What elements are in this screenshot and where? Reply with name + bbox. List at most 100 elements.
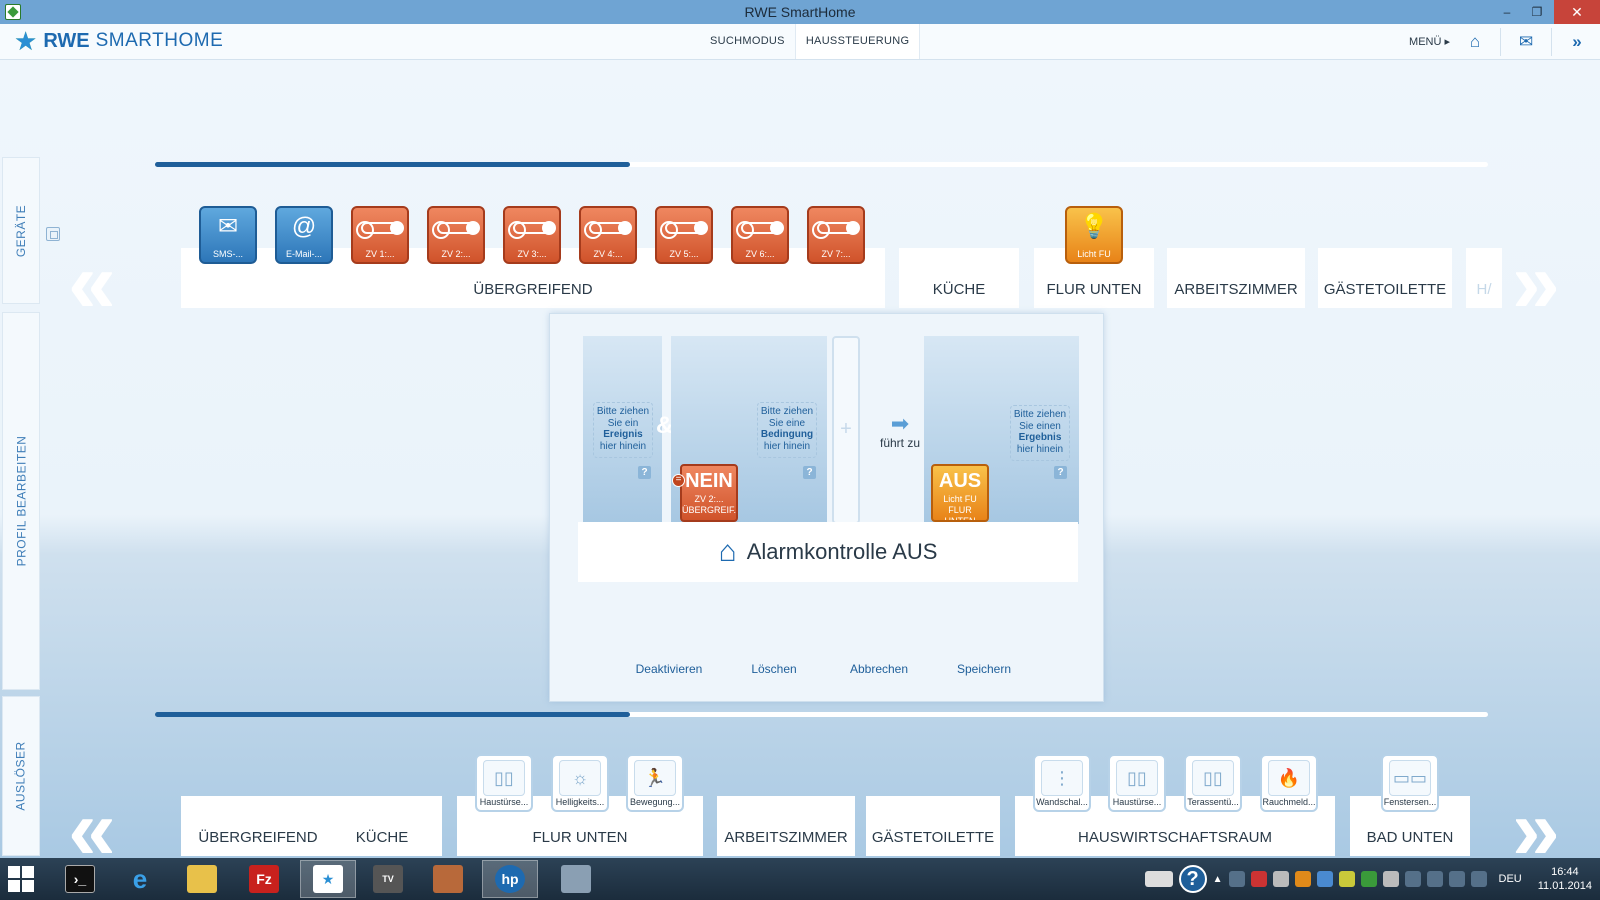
help-icon[interactable]: ? <box>1178 865 1207 893</box>
trigger-tile-fenstersensor[interactable]: ▭▭ Fenstersen... <box>1381 754 1439 812</box>
logo-product: SMARTHOME <box>95 30 224 51</box>
taskbar-app-icon[interactable] <box>420 860 476 898</box>
tray-app-icon[interactable] <box>1272 871 1289 887</box>
profile-name-box[interactable]: ⌂ Alarmkontrolle AUS <box>578 522 1078 582</box>
room-gaestetoilette[interactable]: GÄSTETOILETTE <box>866 796 1000 856</box>
tray-app-icon[interactable] <box>1316 871 1333 887</box>
window-sensor-icon: ▭▭ <box>1389 760 1431 796</box>
tab-suchmodus[interactable]: SUCHMODUS <box>700 24 795 59</box>
device-tile-zv7[interactable]: ZV 7:... <box>807 206 865 264</box>
input-language[interactable]: DEU <box>1499 873 1522 885</box>
condition-card-nein[interactable]: NEIN ZV 2:... ÜBERGREIF... <box>680 464 738 522</box>
tray-app-icon[interactable] <box>1294 871 1311 887</box>
remove-icon[interactable]: = <box>672 474 685 487</box>
windows-start-icon[interactable] <box>8 866 34 892</box>
taskbar-wintv-icon[interactable]: TV <box>360 860 416 898</box>
tray-expand-icon[interactable]: ▲ <box>1213 874 1223 885</box>
device-tile-zv2[interactable]: ZV 2:... <box>427 206 485 264</box>
trigger-tile-helligkeitssensor[interactable]: ☼ Helligkeits... <box>551 754 609 812</box>
result-card-aus[interactable]: AUS Licht FU FLUR UNTEN <box>931 464 989 522</box>
triggers-scroll-indicator[interactable] <box>155 712 1488 717</box>
minimize-button[interactable]: – <box>1494 0 1520 24</box>
help-icon[interactable]: ? <box>803 466 816 479</box>
taskbar-filezilla-icon[interactable]: Fz <box>236 860 292 898</box>
menu-button[interactable]: MENÜ ▸ <box>1409 35 1450 48</box>
room-hauswirtschaftsraum[interactable]: H/ <box>1466 248 1502 308</box>
taskbar-ie-icon[interactable]: e <box>112 860 168 898</box>
scroll-right-arrow-icon[interactable]: » <box>1512 240 1560 326</box>
volume-icon[interactable] <box>1448 871 1465 887</box>
taskbar-paint-icon[interactable] <box>548 860 604 898</box>
tray-app-icon[interactable] <box>1360 871 1377 887</box>
power-icon[interactable] <box>1470 871 1487 887</box>
sidebar-tab-geraete[interactable]: GERÄTE <box>2 157 40 304</box>
trigger-tile-terassentuer[interactable]: ▯▯ Terassentü... <box>1184 754 1242 812</box>
deactivate-button[interactable]: Deaktivieren <box>617 662 722 676</box>
room-kueche[interactable]: KÜCHE <box>899 248 1019 308</box>
scroll-left-arrow-icon[interactable]: « <box>68 240 116 326</box>
device-tile-email[interactable]: @ E-Mail-... <box>275 206 333 264</box>
mail-icon[interactable]: ✉ <box>1515 31 1537 53</box>
taskbar-cmd-icon[interactable]: ›_ <box>52 860 108 898</box>
room-arbeitszimmer[interactable]: ARBEITSZIMMER <box>1167 248 1305 308</box>
room-arbeitszimmer[interactable]: ARBEITSZIMMER <box>717 796 855 856</box>
device-tile-sms[interactable]: ✉ SMS-... <box>199 206 257 264</box>
device-label: E-Mail-... <box>286 249 322 259</box>
divider <box>1500 27 1501 56</box>
clock-time: 16:44 <box>1551 866 1579 878</box>
clock[interactable]: 16:44 11.01.2014 <box>1538 865 1592 893</box>
device-tile-zv4[interactable]: ZV 4:... <box>579 206 637 264</box>
help-icon[interactable]: ? <box>638 466 651 479</box>
taskbar-explorer-icon[interactable] <box>174 860 230 898</box>
tray-app-icon[interactable] <box>1382 871 1399 887</box>
trigger-tile-rauchmelder[interactable]: 🔥 Rauchmeld... <box>1260 754 1318 812</box>
trigger-tile-bewegungsmelder[interactable]: 🏃 Bewegung... <box>626 754 684 812</box>
help-icon[interactable]: ? <box>1054 466 1067 479</box>
taskbar-smarthome-icon[interactable]: ★ <box>300 860 356 898</box>
room-gaestetoilette[interactable]: GÄSTETOILETTE <box>1318 248 1452 308</box>
network-icon[interactable] <box>1426 871 1443 887</box>
condition-dropzone[interactable]: Bitte ziehen Sie eine Bedingung hier hin… <box>757 402 817 458</box>
condition-column[interactable]: Bitte ziehen Sie eine Bedingung hier hin… <box>671 336 827 524</box>
event-dropzone[interactable]: Bitte ziehen Sie ein Ereignis hier hinei… <box>593 402 653 458</box>
cancel-button[interactable]: Abbrechen <box>827 662 932 676</box>
device-tile-zv5[interactable]: ZV 5:... <box>655 206 713 264</box>
add-condition-column[interactable]: + <box>832 336 860 524</box>
maximize-button[interactable]: ❐ <box>1524 0 1550 24</box>
device-tile-zv6[interactable]: ZV 6:... <box>731 206 789 264</box>
event-column[interactable]: Bitte ziehen Sie ein Ereignis hier hinei… <box>583 336 662 524</box>
collapse-icon[interactable] <box>46 227 60 241</box>
tray-app-icon[interactable] <box>1338 871 1355 887</box>
device-label: ZV 3:... <box>517 249 547 259</box>
keyboard-icon[interactable] <box>1144 871 1173 887</box>
sidebar-tab-ausloeser[interactable]: AUSLÖSER <box>2 696 40 856</box>
delete-button[interactable]: Löschen <box>722 662 827 676</box>
device-tile-licht-fu[interactable]: 💡 Licht FU <box>1065 206 1123 264</box>
result-column[interactable]: Bitte ziehen Sie einen Ergebnis hier hin… <box>924 336 1079 524</box>
trigger-tile-haustuersensor[interactable]: ▯▯ Haustürse... <box>475 754 533 812</box>
tab-haussteuerung[interactable]: HAUSSTEUERUNG <box>794 24 921 59</box>
trigger-tile-haustuersensor-2[interactable]: ▯▯ Haustürse... <box>1108 754 1166 812</box>
taskbar-hp-icon[interactable]: hp <box>482 860 538 898</box>
device-tile-zv3[interactable]: ZV 3:... <box>503 206 561 264</box>
room-uebergreifend[interactable]: ÜBERGREIFEND <box>181 796 335 856</box>
brightness-sensor-icon: ☼ <box>559 760 601 796</box>
profile-house-icon: ⌂ <box>718 535 737 568</box>
bluetooth-icon[interactable] <box>1228 871 1245 887</box>
close-button[interactable]: ✕ <box>1554 0 1600 24</box>
house-icon[interactable]: ⌂ <box>1464 31 1486 53</box>
sidebar-tab-label: GERÄTE <box>14 204 28 257</box>
devices-scroll-indicator[interactable] <box>155 162 1488 167</box>
logout-icon[interactable]: » <box>1566 31 1588 53</box>
save-button[interactable]: Speichern <box>932 662 1037 676</box>
result-dropzone[interactable]: Bitte ziehen Sie einen Ergebnis hier hin… <box>1010 405 1070 461</box>
card-device: ZV 2:... <box>694 494 724 504</box>
window-titlebar: RWE SmartHome – ❐ ✕ <box>0 0 1600 24</box>
trigger-label: Helligkeits... <box>555 797 605 807</box>
tray-app-icon[interactable] <box>1250 871 1267 887</box>
device-tile-zv1[interactable]: ZV 1:... <box>351 206 409 264</box>
trigger-tile-wandschalter[interactable]: ⋮ Wandschal... <box>1033 754 1091 812</box>
sidebar-tab-profil-bearbeiten[interactable]: PROFIL BEARBEITEN <box>2 312 40 690</box>
flag-icon[interactable] <box>1404 871 1421 887</box>
room-kueche[interactable]: KÜCHE <box>322 796 442 856</box>
